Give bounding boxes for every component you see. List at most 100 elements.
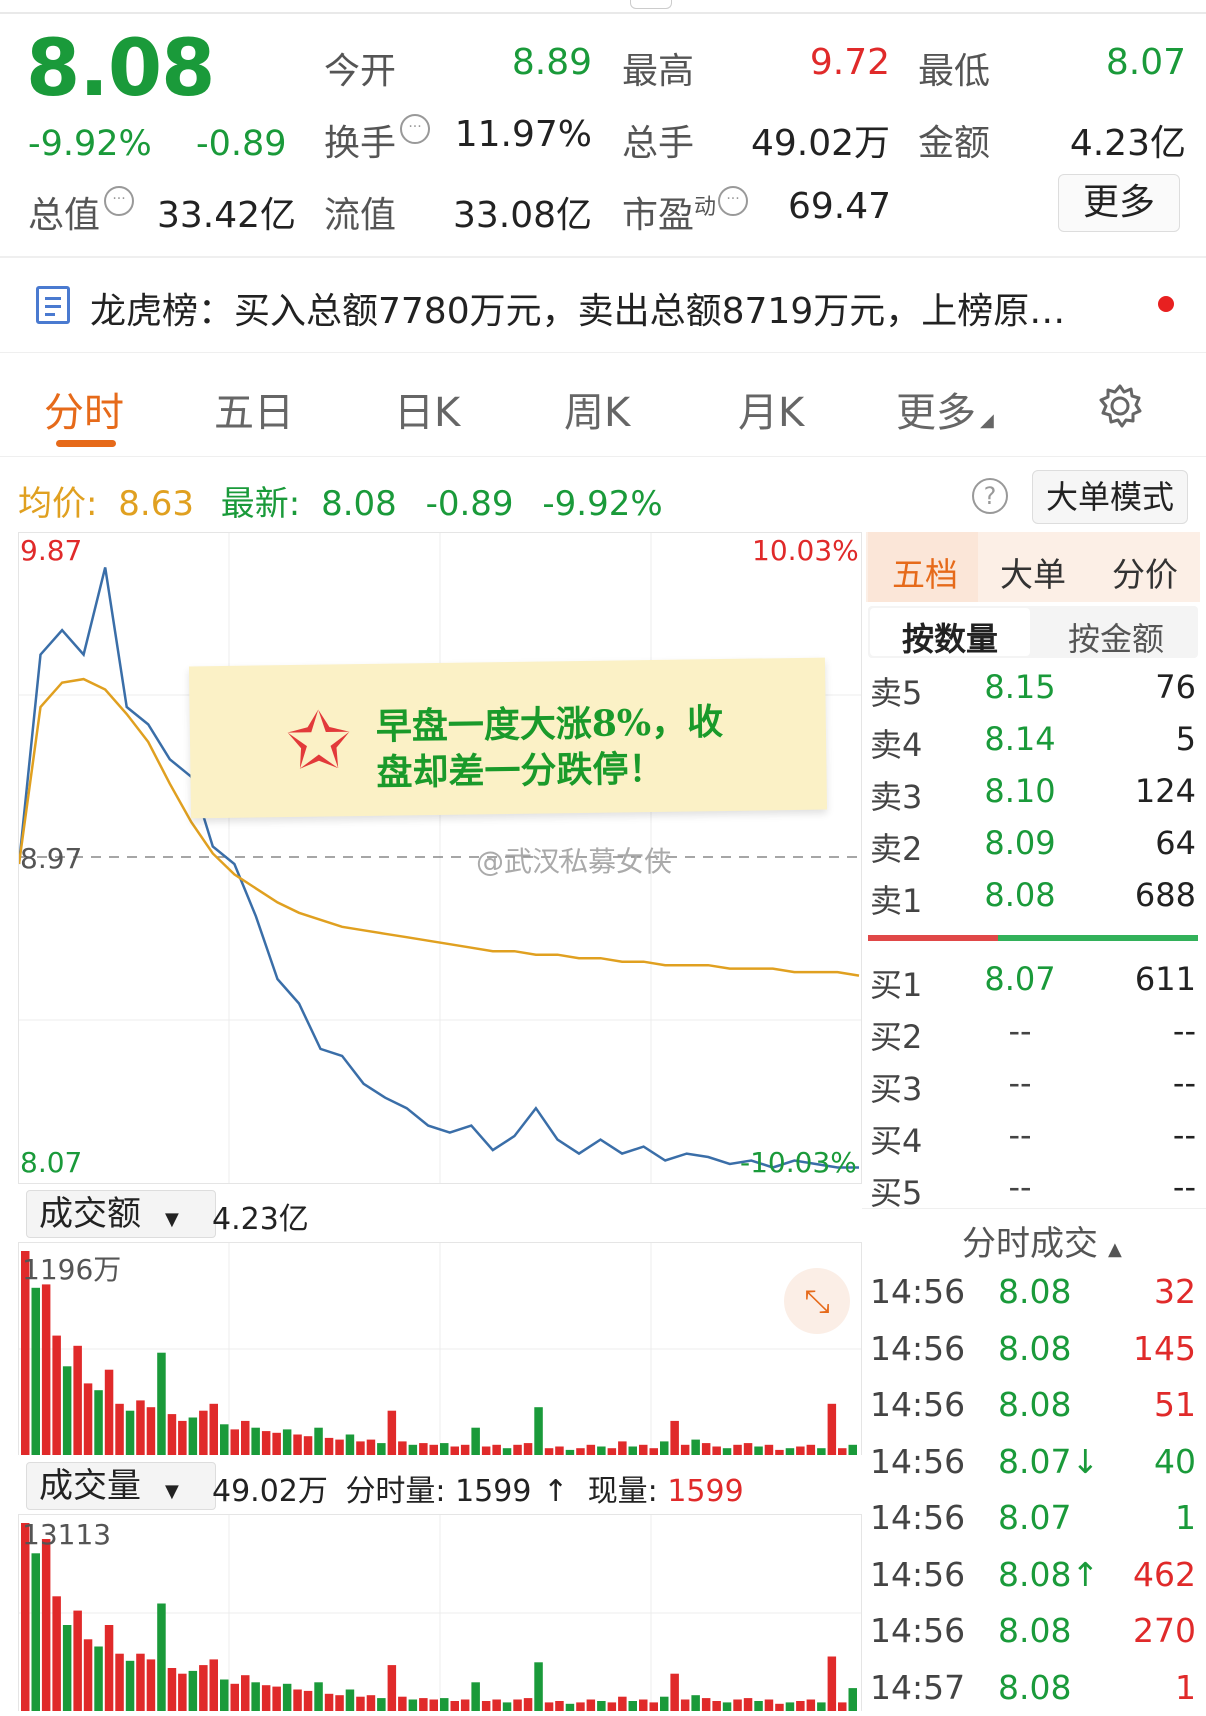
bar (565, 1449, 575, 1455)
trade-row: 14:56 8.08↑ 462 (870, 1555, 1196, 1603)
trade-price: 8.08 (998, 1272, 1072, 1311)
bar (817, 1448, 826, 1455)
level-price: 8.07 (984, 960, 1056, 998)
low-label: 最低 (918, 51, 991, 92)
bar (733, 1444, 742, 1455)
bar (104, 1625, 114, 1711)
level-label: 卖5 (870, 674, 923, 712)
tab-five-day[interactable]: 五日 (214, 380, 294, 438)
turnover-label: 换手 ··· (324, 114, 431, 166)
subtab-by-quantity[interactable]: 按数量 (902, 614, 998, 660)
bar (188, 1417, 198, 1455)
bar (670, 1420, 679, 1455)
tab-monthly-k[interactable]: 月K (738, 380, 804, 438)
bar (429, 1444, 438, 1455)
divider (862, 1208, 1206, 1209)
dropdown-arrow-icon: ▼ (165, 1481, 179, 1502)
trade-qty: 40 (1154, 1441, 1196, 1481)
level-label: 卖3 (870, 778, 923, 816)
bar (743, 1698, 753, 1711)
level-label: 买2 (870, 1018, 923, 1056)
bar (356, 1696, 365, 1711)
watermark-text: @武汉私募女侠 (476, 845, 673, 878)
bar (806, 1699, 816, 1711)
level-label: 卖4 (870, 726, 923, 764)
bar (764, 1444, 774, 1455)
info-icon[interactable]: ··· (718, 186, 749, 216)
bar (555, 1446, 564, 1455)
bar (94, 1390, 103, 1455)
level-price: -- (1008, 1012, 1032, 1050)
bar (775, 1449, 784, 1455)
expand-icon[interactable]: ⤡ (784, 1268, 850, 1334)
bar (293, 1434, 302, 1455)
ask-row: 卖4 8.14 5 (870, 720, 1196, 764)
trade-price: 8.07 (998, 1498, 1072, 1537)
bar (73, 1345, 82, 1455)
bar (712, 1446, 721, 1455)
bar (450, 1446, 459, 1455)
level-label: 买3 (870, 1070, 923, 1108)
stats-line: 均价: 8.63 最新: 8.08 -0.89 -9.92% (18, 484, 663, 524)
bar (743, 1443, 753, 1455)
bar (282, 1429, 292, 1455)
bar (764, 1699, 774, 1711)
trade-row: 14:57 8.08 1 (870, 1668, 1196, 1716)
side-tab-order-book[interactable]: 五档 (892, 548, 958, 596)
bar (660, 1441, 669, 1455)
bar (251, 1682, 260, 1711)
bar (387, 1410, 397, 1455)
bar (576, 1448, 585, 1455)
bar (544, 1448, 554, 1455)
bid-row: 买5 -- -- (870, 1168, 1196, 1212)
intraday-price-chart[interactable] (18, 532, 862, 1184)
chart-prev-close: 8.97 (20, 842, 83, 875)
drag-handle[interactable] (630, 0, 672, 9)
bar (387, 1665, 397, 1711)
level-price: 8.09 (984, 824, 1056, 862)
volume-label: 总手 (622, 123, 695, 164)
settings-gear-icon[interactable] (1096, 382, 1144, 434)
bar (220, 1679, 229, 1711)
bar (523, 1698, 533, 1711)
bar (199, 1665, 208, 1711)
level-price: 8.14 (984, 720, 1056, 758)
bar (419, 1698, 428, 1711)
bar (314, 1682, 323, 1711)
tab-more[interactable]: 更多 ◢ (896, 380, 994, 438)
bar (628, 1446, 637, 1455)
level-qty: 611 (1134, 960, 1196, 998)
side-tab-price-dist[interactable]: 分价 (1112, 548, 1178, 596)
bar (104, 1369, 114, 1455)
amount-max-label: 1196万 (22, 1253, 122, 1286)
bar (251, 1427, 260, 1455)
mktcap-value: 33.42亿 (156, 195, 296, 236)
dragon-tiger-banner[interactable]: 龙虎榜：买入总额7780万元，卖出总额8719万元，上榜原… (90, 282, 1140, 334)
star-icon: ✩ (285, 696, 353, 788)
bar (83, 1383, 93, 1455)
trades-title[interactable]: 分时成交 ▲ (962, 1216, 1122, 1265)
help-icon[interactable]: ? (972, 478, 1008, 514)
bar (335, 1695, 344, 1711)
ask-row: 卖3 8.10 124 (870, 772, 1196, 816)
more-button[interactable]: 更多 (1058, 174, 1180, 232)
amount-bar-chart (18, 1242, 862, 1455)
info-icon[interactable]: ··· (400, 114, 431, 144)
tab-daily-k[interactable]: 日K (394, 380, 460, 438)
volume-value: 49.02万 (750, 123, 890, 164)
trade-price: 8.08 (998, 1611, 1072, 1650)
trade-qty: 51 (1154, 1385, 1196, 1424)
trade-time: 14:56 (870, 1441, 966, 1481)
bar (41, 1539, 51, 1711)
amount-selector[interactable]: 成交额 ▼ (26, 1190, 216, 1238)
big-order-mode-button[interactable]: 大单模式 (1032, 470, 1188, 524)
side-tab-big-orders[interactable]: 大单 (1000, 548, 1066, 596)
volume-selector[interactable]: 成交量 ▼ (26, 1462, 216, 1510)
bar (827, 1656, 837, 1711)
info-icon[interactable]: ··· (104, 186, 135, 216)
tab-intraday[interactable]: 分时 (44, 380, 124, 438)
tab-weekly-k[interactable]: 周K (564, 380, 630, 438)
bar (73, 1610, 82, 1711)
active-tab-indicator (56, 440, 116, 447)
subtab-by-amount[interactable]: 按金额 (1068, 614, 1164, 660)
